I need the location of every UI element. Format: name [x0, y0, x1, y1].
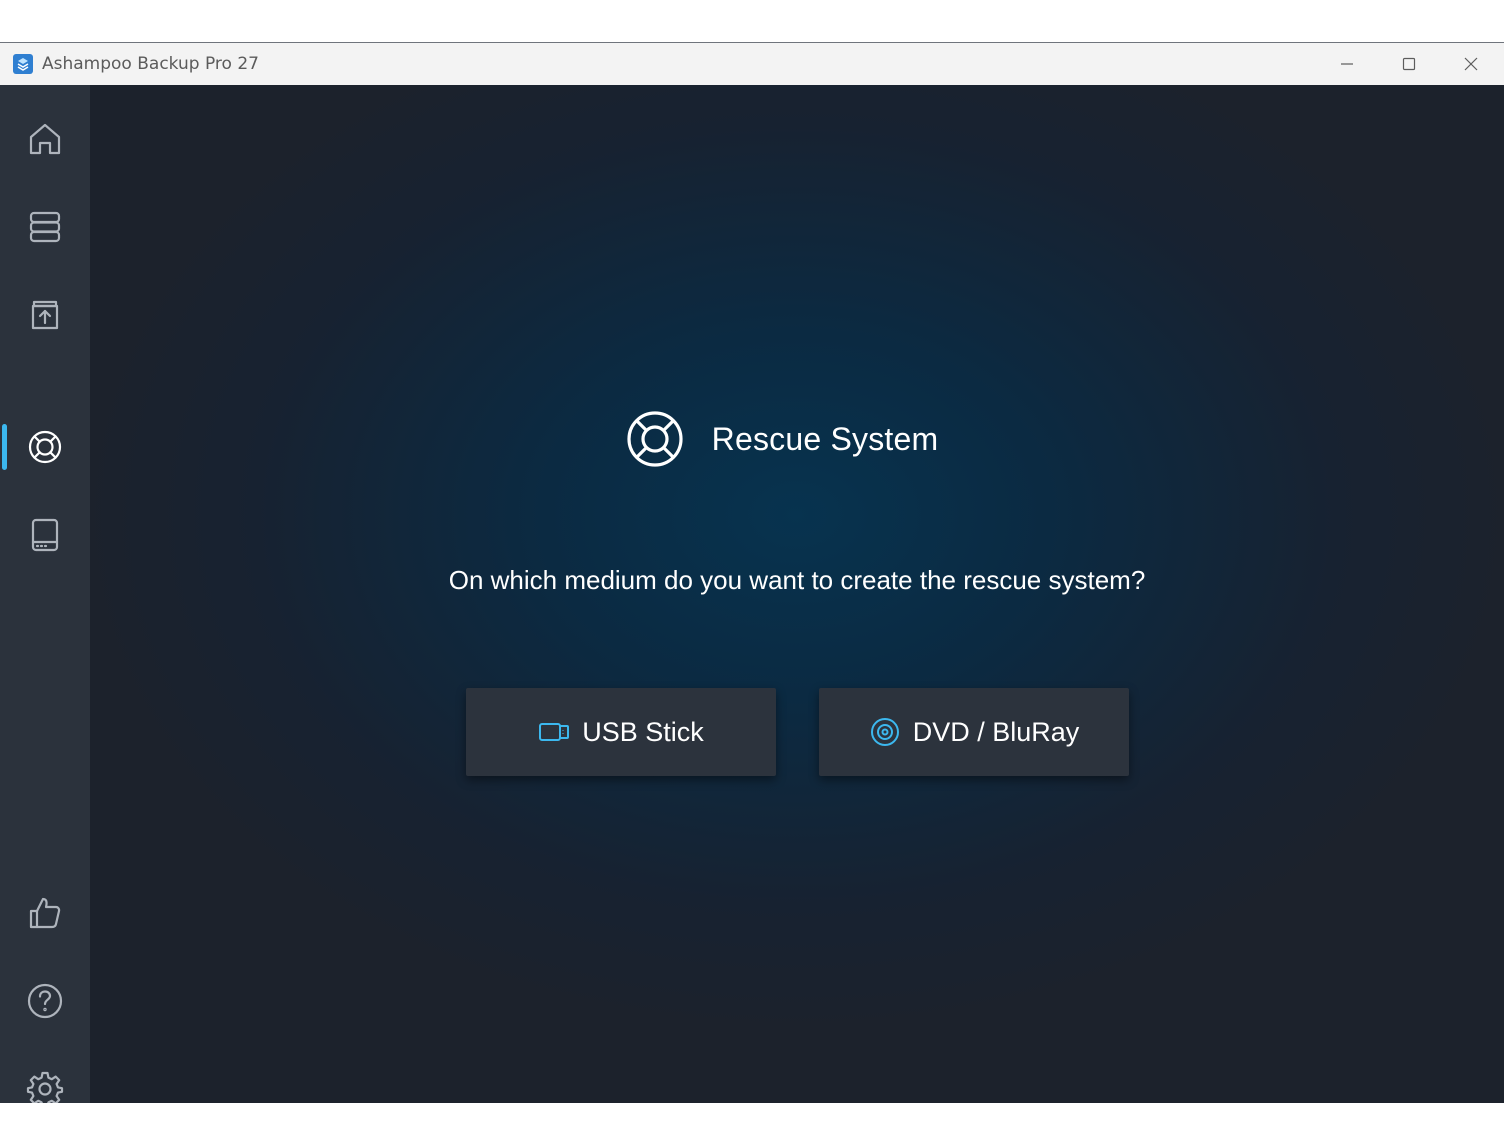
close-button[interactable] [1440, 43, 1502, 85]
medium-question: On which medium do you want to create th… [448, 565, 1146, 595]
gear-icon [26, 1071, 64, 1103]
sidebar-item-restore[interactable] [0, 275, 90, 355]
usb-stick-label: USB Stick [582, 716, 704, 747]
disc-icon [870, 718, 899, 746]
app-logo-icon [13, 54, 33, 74]
help-icon [27, 983, 63, 1019]
lifebuoy-icon [28, 430, 62, 464]
main-content: Rescue System On which medium do you wan… [90, 85, 1504, 1103]
title-bar[interactable]: Ashampoo Backup Pro 27 [0, 43, 1504, 85]
maximize-button[interactable] [1378, 43, 1440, 85]
sidebar-item-settings[interactable] [0, 1049, 90, 1103]
drive-icon [31, 518, 59, 552]
sidebar [0, 85, 90, 1103]
usb-stick-icon [539, 723, 570, 741]
sidebar-item-drives[interactable] [0, 495, 90, 575]
minimize-icon [1341, 63, 1353, 65]
home-icon [29, 123, 61, 155]
sidebar-item-feedback[interactable] [0, 873, 90, 953]
dvd-bluray-label: DVD / BluRay [912, 716, 1080, 747]
usb-stick-button[interactable]: USB Stick [466, 688, 776, 776]
page-title: Rescue System [711, 420, 939, 457]
sidebar-item-help[interactable] [0, 961, 90, 1041]
close-icon [1464, 57, 1478, 71]
dvd-bluray-button[interactable]: DVD / BluRay [819, 688, 1129, 776]
app-window: Ashampoo Backup Pro 27 Rescue System On … [0, 42, 1504, 1103]
restore-archive-icon [31, 300, 59, 330]
page-heading: Rescue System [75, 410, 1489, 468]
sidebar-item-backups[interactable] [0, 187, 90, 267]
maximize-icon [1402, 57, 1416, 71]
lifebuoy-icon [627, 411, 683, 467]
backups-stack-icon [29, 211, 61, 243]
sidebar-item-home[interactable] [0, 99, 90, 179]
thumbs-up-icon [29, 897, 61, 929]
minimize-button[interactable] [1316, 43, 1378, 85]
window-title: Ashampoo Backup Pro 27 [42, 54, 259, 74]
